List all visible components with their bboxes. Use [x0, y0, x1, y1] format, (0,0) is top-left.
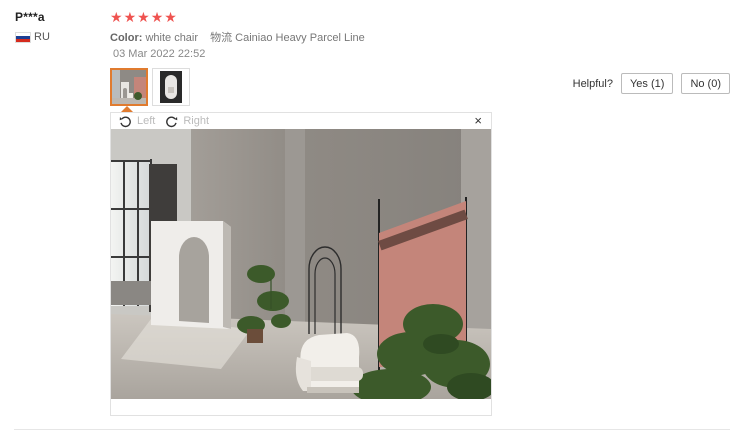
star-icon: ★	[123, 9, 137, 25]
image-viewer-toolbar: Left Right ×	[111, 113, 491, 129]
shipping-method: 物流 Cainiao Heavy Parcel Line	[210, 32, 365, 44]
reviewer-country: RU	[15, 31, 50, 43]
image-viewer: Left Right ×	[110, 112, 492, 416]
reviewer-name: P***a	[15, 10, 45, 24]
rotate-left-button[interactable]: Left	[119, 115, 155, 128]
star-icon: ★	[164, 9, 177, 25]
star-icon: ★	[110, 9, 123, 25]
review-thumbnail-1[interactable]	[110, 68, 148, 106]
helpful-yes-button[interactable]: Yes (1)	[620, 73, 674, 94]
helpful-vote: Helpful? Yes (1) No (0)	[573, 73, 730, 94]
review-divider	[14, 429, 730, 430]
rotate-right-label: Right	[183, 115, 210, 127]
star-icon: ★	[137, 9, 150, 25]
russia-flag-icon	[15, 31, 31, 43]
close-icon[interactable]: ×	[474, 114, 482, 127]
helpful-label: Helpful?	[572, 77, 613, 90]
rotate-right-icon	[166, 116, 178, 127]
color-label: Color:	[110, 32, 143, 44]
review-date: 03 Mar 2022 22:52	[113, 48, 206, 60]
review-thumbnail-2[interactable]	[152, 68, 190, 106]
color-value: white chair	[145, 32, 199, 44]
rating-stars: ★ ★ ★ ★ ★	[110, 10, 177, 24]
rotate-right-button[interactable]: Right	[165, 115, 209, 128]
review-photo	[111, 129, 491, 399]
rotate-left-icon	[119, 116, 131, 127]
rotate-left-label: Left	[137, 115, 156, 127]
review-sku-info: Color: white chair 物流 Cainiao Heavy Parc…	[110, 29, 365, 45]
helpful-no-button[interactable]: No (0)	[681, 73, 730, 94]
country-code: RU	[34, 31, 50, 43]
star-icon: ★	[150, 9, 164, 25]
